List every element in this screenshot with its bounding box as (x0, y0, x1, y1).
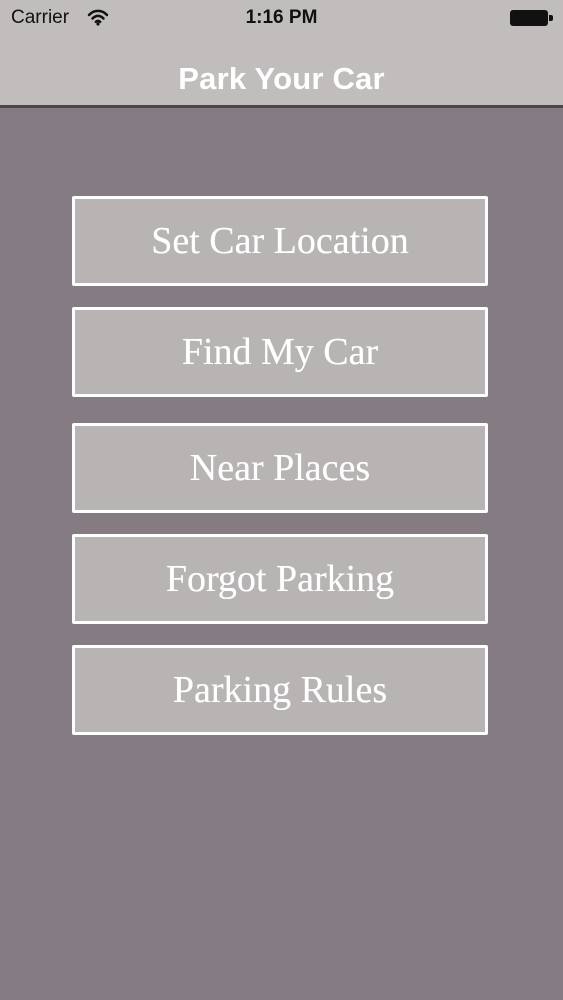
main-menu: Set Car Location Find My Car Near Places… (72, 196, 488, 756)
page-title: Park Your Car (178, 60, 385, 96)
park-your-car-screen: { "status_bar": { "carrier": "Carrier", … (0, 0, 563, 1000)
clock: 1:16 PM (245, 7, 318, 28)
set-car-location-button[interactable]: Set Car Location (72, 196, 488, 286)
near-places-button[interactable]: Near Places (72, 423, 488, 513)
find-my-car-button[interactable]: Find My Car (72, 307, 488, 397)
parking-rules-button[interactable]: Parking Rules (72, 645, 488, 735)
battery-body (510, 10, 548, 26)
battery-tip (549, 15, 553, 21)
navigation-bar: Carrier 1:16 PM Park Your Car (0, 0, 563, 108)
status-bar: Carrier 1:16 PM (0, 0, 563, 38)
forgot-parking-button[interactable]: Forgot Parking (72, 534, 488, 624)
battery-icon (510, 10, 553, 26)
